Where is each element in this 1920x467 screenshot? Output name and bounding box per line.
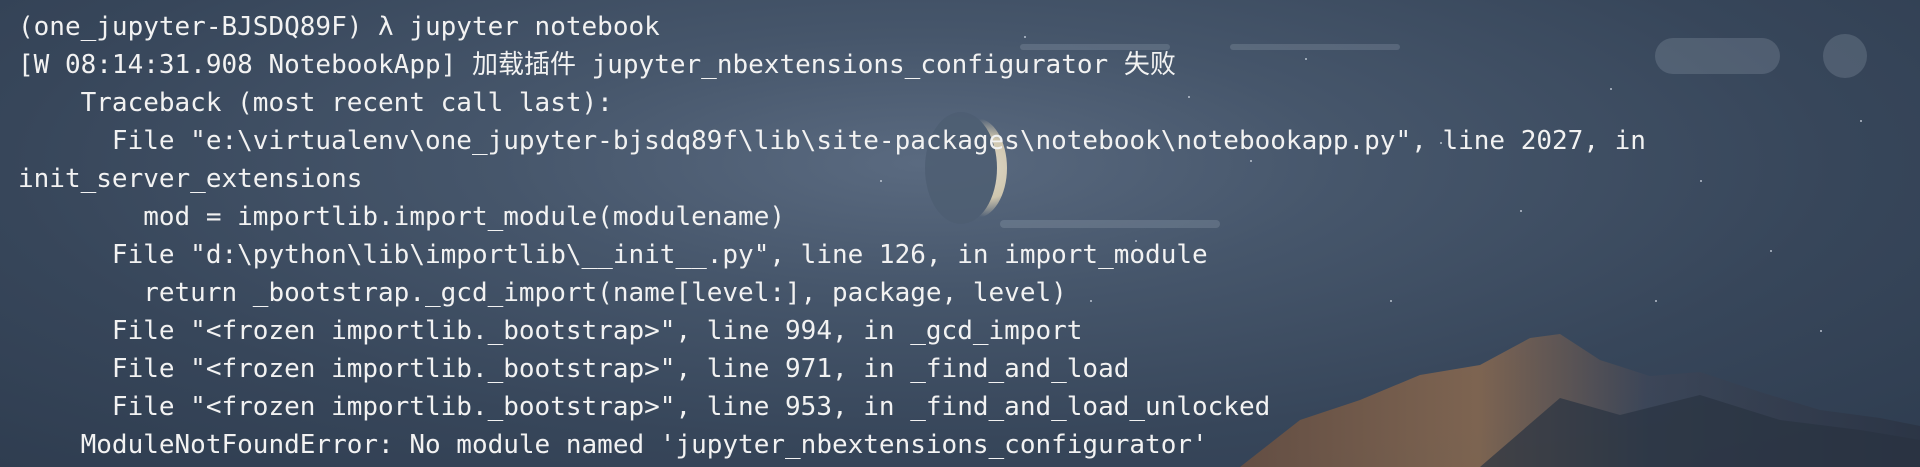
warning-log-line: [W 08:14:31.908 NotebookApp] 加载插件 jupyte… xyxy=(18,50,1176,80)
traceback-code-line: mod = importlib.import_module(modulename… xyxy=(18,202,786,232)
traceback-code-line: return _bootstrap._gcd_import(name[level… xyxy=(18,278,1067,308)
traceback-file-line: File "<frozen importlib._bootstrap>", li… xyxy=(18,354,1130,384)
terminal-output: (one_jupyter-BJSDQ89F) λ jupyter noteboo… xyxy=(0,0,1920,467)
error-message-line: ModuleNotFoundError: No module named 'ju… xyxy=(18,430,1208,460)
command-prompt-line: (one_jupyter-BJSDQ89F) λ jupyter noteboo… xyxy=(18,12,660,42)
traceback-file-line: File "d:\python\lib\importlib\__init__.p… xyxy=(18,240,1208,270)
traceback-file-line: File "<frozen importlib._bootstrap>", li… xyxy=(18,392,1271,422)
traceback-header-line: Traceback (most recent call last): xyxy=(18,88,613,118)
traceback-wrapped-line: init_server_extensions xyxy=(18,164,363,194)
traceback-file-line: File "e:\virtualenv\one_jupyter-bjsdq89f… xyxy=(18,126,1646,156)
traceback-file-line: File "<frozen importlib._bootstrap>", li… xyxy=(18,316,1083,346)
